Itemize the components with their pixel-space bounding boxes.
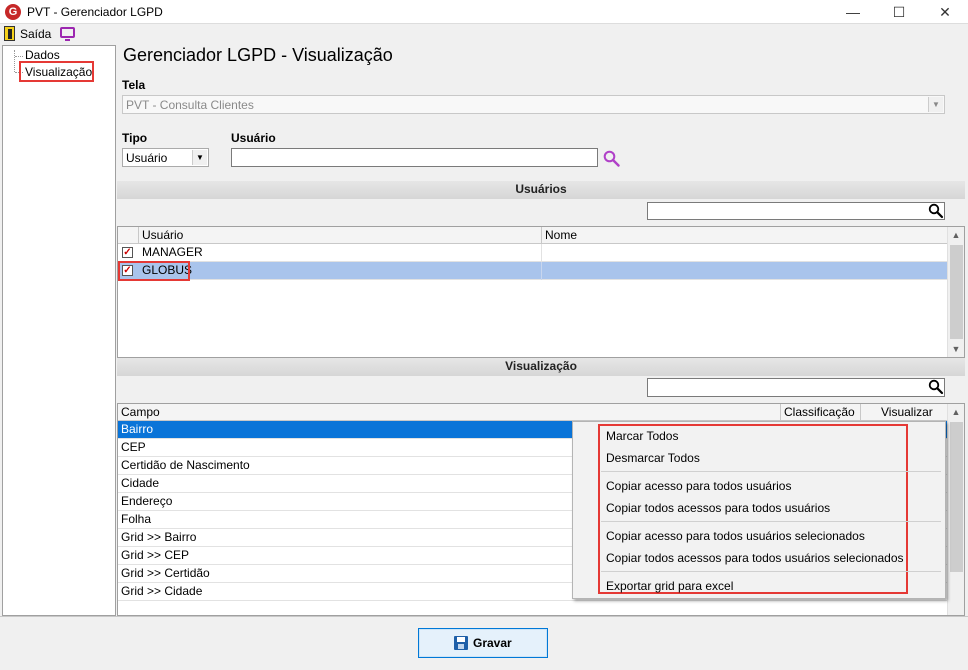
menu-item-copiar-acesso-selecionados[interactable]: Copiar acesso para todos usuários seleci…	[606, 529, 865, 543]
menu-separator	[601, 571, 941, 572]
menu-separator	[601, 521, 941, 522]
column-header-nome[interactable]: Nome	[542, 227, 947, 244]
table-row[interactable]: ✓ MANAGER	[118, 244, 947, 262]
menu-item-copiar-todos-acessos[interactable]: Copiar todos acessos para todos usuários	[606, 501, 830, 515]
scroll-down-icon[interactable]: ▼	[948, 341, 964, 357]
scroll-thumb[interactable]	[950, 245, 963, 339]
exit-door-icon[interactable]	[4, 26, 15, 41]
tree-item-dados[interactable]: Dados	[25, 48, 60, 62]
exit-button[interactable]: Saída	[20, 27, 51, 41]
save-button[interactable]: Gravar	[418, 628, 548, 658]
cell-usuario: MANAGER	[139, 244, 542, 262]
scroll-up-icon[interactable]: ▲	[948, 404, 964, 420]
visualizacao-section-header: Visualização	[117, 358, 965, 376]
monitor-icon[interactable]	[60, 27, 75, 41]
title-bar: G PVT - Gerenciador LGPD — ☐ ✕	[0, 0, 968, 24]
menu-separator	[601, 471, 941, 472]
floppy-disk-icon	[454, 636, 468, 650]
usuarios-grid: Usuário Nome ✓ MANAGER ✓ GLOBUS ▲ ▼	[117, 226, 965, 358]
visualizacao-scrollbar[interactable]: ▲	[947, 404, 964, 615]
usuario-input[interactable]	[231, 148, 598, 167]
menu-item-marcar-todos[interactable]: Marcar Todos	[606, 429, 678, 443]
column-header-usuario[interactable]: Usuário	[139, 227, 542, 244]
close-button[interactable]: ✕	[922, 0, 968, 24]
menu-item-exportar-excel[interactable]: Exportar grid para excel	[606, 579, 733, 593]
tela-select[interactable]: PVT - Consulta Clientes ▼	[122, 95, 945, 114]
chevron-down-icon: ▼	[192, 150, 207, 165]
toolbar: Saída	[0, 24, 968, 44]
column-header-classificacao[interactable]: Classificação	[781, 404, 861, 421]
search-icon[interactable]	[928, 203, 944, 219]
tree-branch	[15, 56, 23, 57]
minimize-button[interactable]: —	[830, 0, 876, 24]
tipo-label: Tipo	[122, 131, 148, 145]
maximize-button[interactable]: ☐	[876, 0, 922, 24]
tipo-select[interactable]: Usuário ▼	[122, 148, 209, 167]
usuarios-section-header: Usuários	[117, 181, 965, 199]
column-header-check	[118, 227, 139, 244]
checkbox-checked-icon[interactable]: ✓	[122, 247, 133, 258]
menu-item-desmarcar-todos[interactable]: Desmarcar Todos	[606, 451, 700, 465]
window-title: PVT - Gerenciador LGPD	[27, 5, 163, 19]
footer-divider	[0, 616, 968, 617]
scroll-thumb[interactable]	[950, 422, 963, 572]
page-title: Gerenciador LGPD - Visualização	[123, 45, 393, 65]
tree-connector	[14, 50, 15, 72]
app-logo-icon: G	[5, 4, 21, 20]
save-button-label: Gravar	[473, 636, 512, 650]
chevron-down-icon: ▼	[928, 97, 943, 112]
column-header-visualizar[interactable]: Visualizar	[861, 404, 947, 421]
menu-item-copiar-acesso-todos[interactable]: Copiar acesso para todos usuários	[606, 479, 791, 493]
tela-label: Tela	[122, 78, 146, 92]
table-row-selected[interactable]: ✓ GLOBUS	[118, 262, 947, 280]
tipo-select-value: Usuário	[126, 151, 168, 165]
usuarios-grid-header: Usuário Nome	[118, 227, 947, 244]
column-header-campo[interactable]: Campo	[118, 404, 781, 421]
usuarios-scrollbar[interactable]: ▲ ▼	[947, 227, 964, 357]
scroll-up-icon[interactable]: ▲	[948, 227, 964, 243]
search-icon[interactable]	[928, 379, 944, 395]
navigation-tree: Dados Visualização	[2, 45, 116, 616]
usuarios-filter-input[interactable]	[647, 202, 945, 220]
tela-select-value: PVT - Consulta Clientes	[126, 98, 254, 112]
cell-nome	[542, 244, 947, 262]
cell-usuario: GLOBUS	[139, 262, 542, 280]
visualizacao-grid-header: Campo Classificação Visualizar	[118, 404, 947, 421]
menu-item-copiar-todos-acessos-selecionados[interactable]: Copiar todos acessos para todos usuários…	[606, 551, 904, 565]
cell-nome	[542, 262, 947, 280]
search-icon[interactable]	[603, 150, 620, 167]
highlight-box-globus	[118, 261, 190, 281]
tree-item-visualizacao[interactable]: Visualização	[25, 65, 92, 79]
usuario-label: Usuário	[231, 131, 276, 145]
visualizacao-filter-input[interactable]	[647, 378, 945, 397]
context-menu: Marcar Todos Desmarcar Todos Copiar aces…	[572, 421, 946, 599]
